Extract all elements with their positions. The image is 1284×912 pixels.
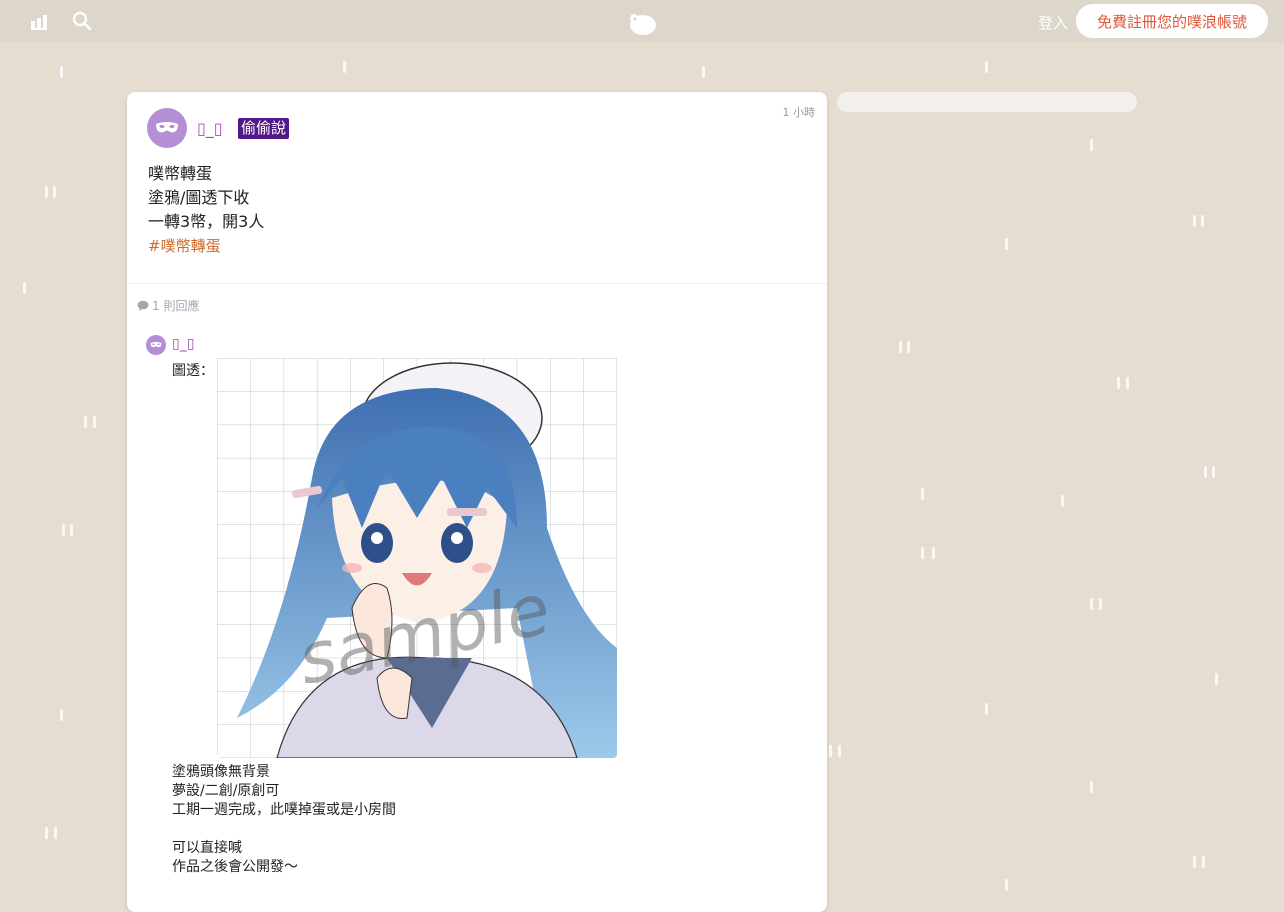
reply-author[interactable]: ▯_▯ bbox=[172, 336, 194, 352]
stats-icon[interactable] bbox=[29, 10, 53, 32]
hashtag-link[interactable]: #噗幣轉蛋 bbox=[148, 234, 264, 258]
anonymous-badge: 偷偷說 bbox=[238, 118, 290, 139]
post-timestamp[interactable]: 1 小時 bbox=[783, 104, 816, 120]
plurk-logo-icon[interactable] bbox=[626, 10, 660, 36]
top-navigation-bar: 登入 免費註冊您的噗浪帳號 bbox=[0, 0, 1284, 42]
plurk-post-card: ▯_▯ 偷偷說 1 小時 噗幣轉蛋 塗鴉/圖透下收 一轉3幣，開3人 #噗幣轉蛋… bbox=[127, 92, 827, 912]
login-link[interactable]: 登入 bbox=[1038, 12, 1068, 33]
signup-button[interactable]: 免費註冊您的噗浪帳號 bbox=[1076, 4, 1268, 38]
post-line: 一轉3幣，開3人 bbox=[148, 212, 265, 231]
comment-bubble-icon bbox=[137, 300, 149, 314]
reply-count-label: 1 則回應 bbox=[152, 299, 200, 313]
mask-avatar-icon[interactable] bbox=[147, 108, 187, 148]
post-line: 塗鴉/圖透下收 bbox=[148, 188, 250, 207]
post-line: 噗幣轉蛋 bbox=[148, 164, 213, 183]
reply-count[interactable]: 1 則回應 bbox=[137, 297, 199, 314]
sidebar-placeholder bbox=[837, 92, 1137, 112]
divider bbox=[127, 283, 827, 284]
sample-illustration[interactable]: sample bbox=[217, 358, 617, 758]
search-icon[interactable] bbox=[71, 10, 95, 32]
reply-text: 塗鴉頭像無背景 夢設/二創/原創可 工期一週完成，此噗掉蛋或是小房間 可以直接喊… bbox=[172, 764, 396, 875]
post-author[interactable]: ▯_▯ bbox=[197, 119, 223, 138]
reply-label: 圖透： bbox=[172, 363, 214, 379]
post-content: 噗幣轉蛋 塗鴉/圖透下收 一轉3幣，開3人 #噗幣轉蛋 bbox=[148, 162, 264, 258]
mask-avatar-icon[interactable] bbox=[146, 335, 166, 355]
